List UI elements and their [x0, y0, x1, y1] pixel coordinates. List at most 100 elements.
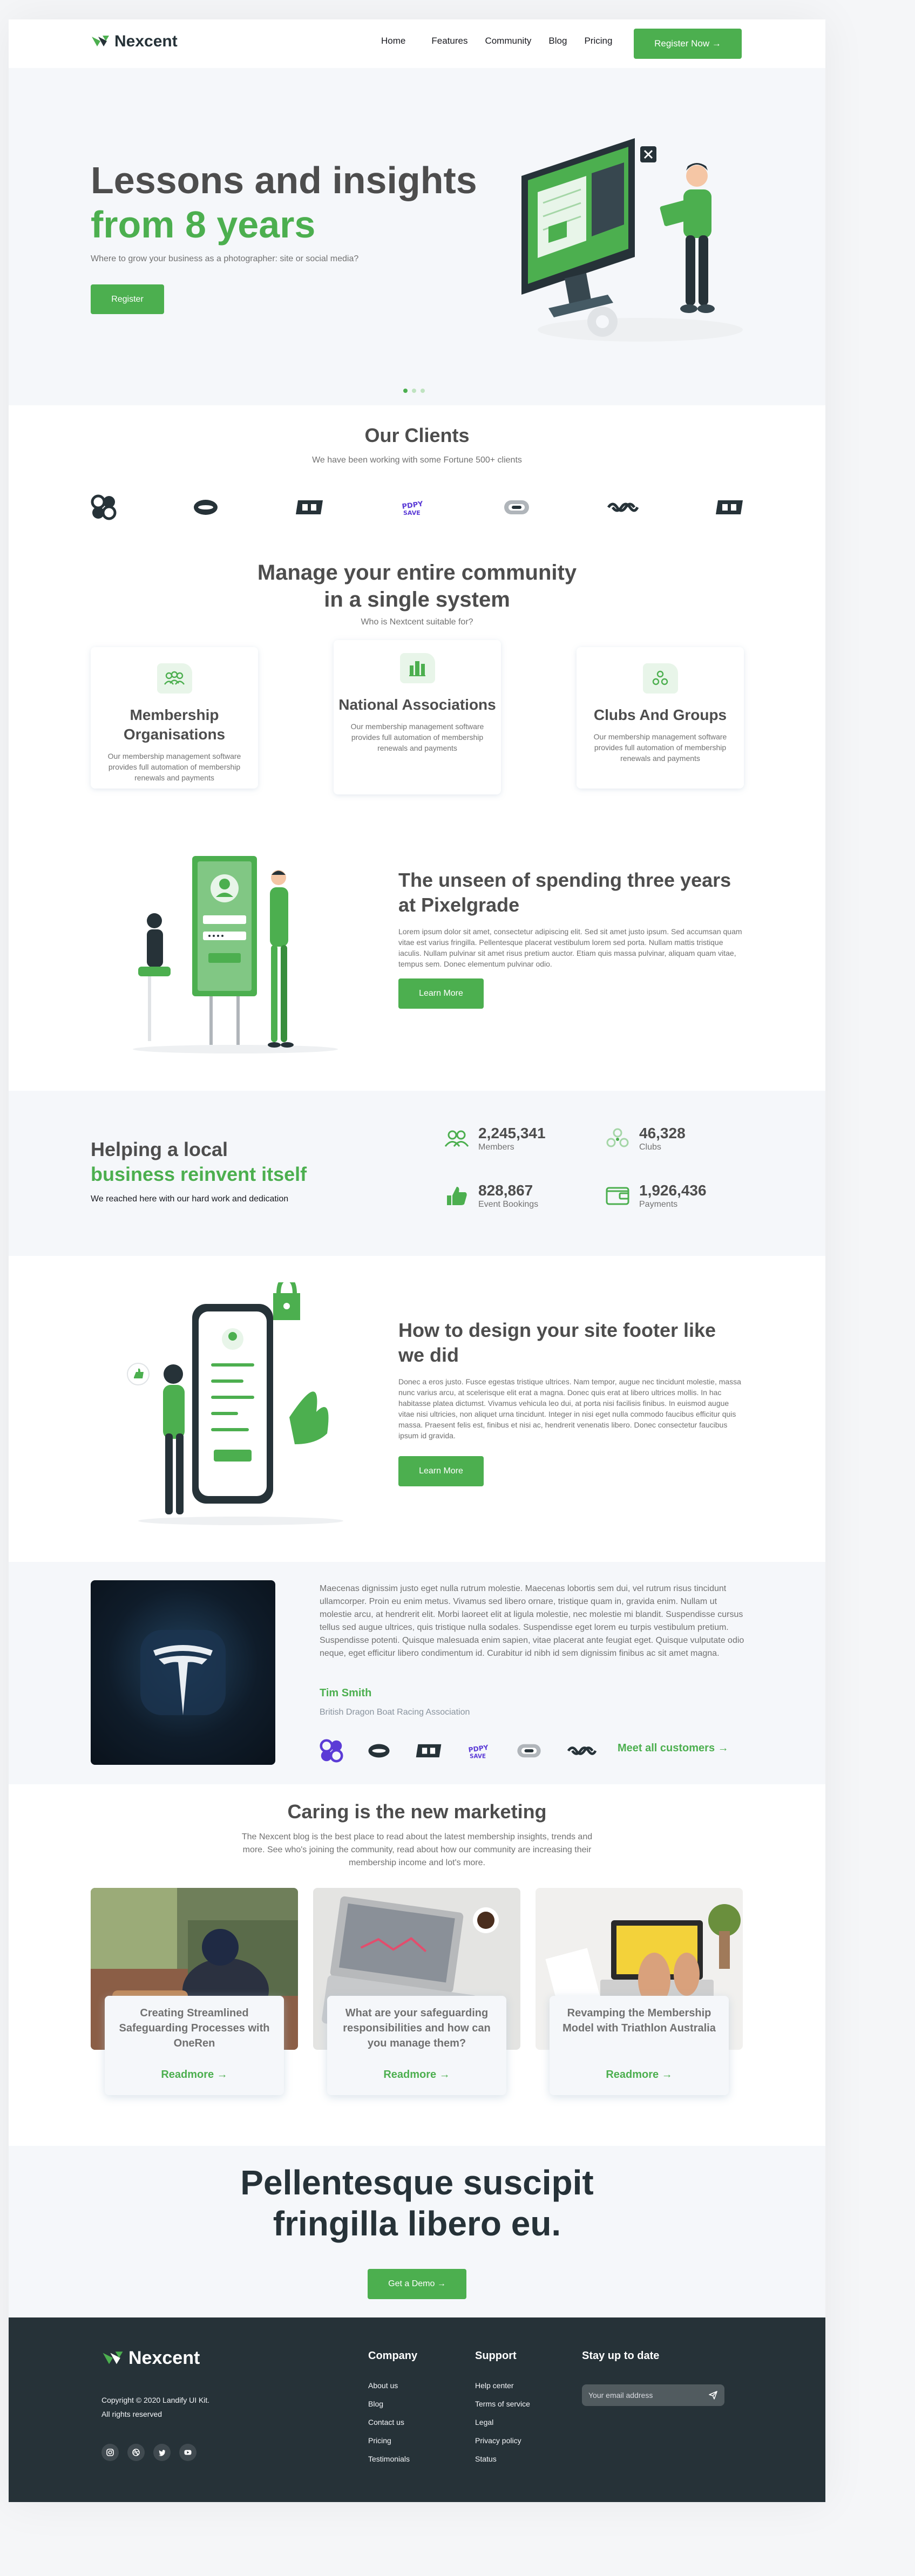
cta-title: Pellentesque suscipit fringilla libero e… [9, 2162, 825, 2244]
send-icon[interactable] [708, 2390, 718, 2400]
brand-logo[interactable]: Nexcent [91, 32, 178, 51]
meet-all-customers-link[interactable]: Meet all customers → [618, 1742, 729, 1755]
stat-label: Payments [639, 1200, 678, 1209]
testimonial-quote: Maecenas dignissim justo eget nulla rutr… [320, 1584, 744, 1658]
clubs-icon [642, 663, 678, 694]
carousel-dot[interactable] [403, 389, 408, 393]
main-nav: Home Features Community Blog Pricing [381, 36, 612, 46]
payments-icon [606, 1187, 629, 1205]
community-title: Manage your entire community in a single… [9, 559, 825, 613]
stat-label: Event Bookings [478, 1200, 539, 1209]
members-icon [157, 663, 192, 694]
blog-card-1[interactable]: Creating Streamlined Safeguarding Proces… [91, 1888, 298, 2098]
get-a-demo-button[interactable]: Get a Demo → [368, 2269, 466, 2299]
nav-home[interactable]: Home [381, 36, 405, 46]
feature2-learn-more-button[interactable]: Learn More [398, 1456, 484, 1486]
client-logo-5 [504, 500, 529, 514]
stat-clubs: 46,328 Clubs [605, 1124, 686, 1152]
hero-title: Lessons and insights from 8 years [91, 158, 477, 247]
blog-subtitle: The Nexcent blog is the best place to re… [241, 1832, 593, 1867]
event-bookings-icon [447, 1187, 467, 1205]
footer-link-help[interactable]: Help center [475, 2376, 530, 2395]
nav-pricing[interactable]: Pricing [584, 36, 612, 46]
footer-support-column: Support Help center Terms of service Leg… [475, 2350, 530, 2468]
carousel-dot[interactable] [412, 389, 416, 393]
readmore-link[interactable]: Readmore → [105, 2069, 284, 2081]
instagram-icon[interactable] [101, 2444, 119, 2461]
stats-subtitle: We reached here with our hard work and d… [91, 1194, 289, 1204]
feature1-text: Lorem ipsum dolor sit amet, consectetur … [398, 927, 742, 968]
footer-link-testimonials[interactable]: Testimonials [368, 2450, 417, 2468]
stat-value: 1,926,436 [639, 1182, 707, 1199]
members-icon [444, 1130, 469, 1147]
feature2-title: How to design your site footer like we d… [398, 1319, 716, 1366]
client-logo-6 [607, 502, 639, 512]
stat-label: Members [478, 1143, 514, 1152]
client-logo-2 [368, 1744, 390, 1758]
stat-value: 46,328 [639, 1125, 686, 1141]
community-subtitle: Who is Nextcent suitable for? [361, 617, 473, 627]
youtube-icon[interactable] [179, 2444, 196, 2461]
footer-link-pricing[interactable]: Pricing [368, 2431, 417, 2450]
footer-link-terms[interactable]: Terms of service [475, 2395, 530, 2413]
client-logo-3 [296, 500, 323, 514]
dribbble-icon[interactable] [127, 2444, 145, 2461]
client-logos: PDPY SAVE [91, 494, 744, 520]
hero-register-button[interactable]: Register [91, 284, 164, 314]
stats-title-line2: business reinvent itself [91, 1163, 307, 1185]
card-title: Clubs And Groups [593, 706, 727, 723]
email-input[interactable] [588, 2391, 708, 2400]
hero-section: Lessons and insights from 8 years Where … [9, 68, 825, 405]
footer-link-contact[interactable]: Contact us [368, 2413, 417, 2431]
community-card-membership[interactable]: Membership Organisations Our membership … [91, 647, 258, 789]
social-links [101, 2444, 196, 2461]
twitter-icon[interactable] [153, 2444, 171, 2461]
nav-features[interactable]: Features [431, 36, 467, 46]
blog-info-card: Creating Streamlined Safeguarding Proces… [105, 1996, 284, 2095]
blog-post-title[interactable]: Creating Streamlined Safeguarding Proces… [116, 2006, 273, 2051]
hero-title-line2: from 8 years [91, 203, 316, 246]
footer-link-legal[interactable]: Legal [475, 2413, 530, 2431]
stat-payments: 1,926,436 Payments [605, 1181, 707, 1209]
register-now-button[interactable]: Register Now → [634, 29, 742, 59]
card-text: Our membership management software provi… [107, 752, 241, 782]
logo-icon [103, 2351, 123, 2364]
footer-logo[interactable]: Nexcent [101, 2348, 200, 2369]
blog-card-2[interactable]: What are your safeguarding responsibilit… [313, 1888, 520, 2098]
stats-section: Helping a local business reinvent itself… [9, 1091, 825, 1256]
feature2-text: Donec a eros justo. Fusce egestas tristi… [398, 1377, 741, 1440]
footer-link-status[interactable]: Status [475, 2450, 530, 2468]
site-footer: Nexcent Copyright © 2020 Landify UI Kit.… [9, 2317, 825, 2502]
carousel-dot[interactable] [421, 389, 425, 393]
nav-community[interactable]: Community [485, 36, 531, 46]
footer-link-blog[interactable]: Blog [368, 2395, 417, 2413]
community-card-clubs[interactable]: Clubs And Groups Our membership manageme… [577, 647, 744, 789]
carousel-dots[interactable] [403, 389, 425, 393]
footer-copyright: Copyright © 2020 Landify UI Kit. All rig… [101, 2393, 209, 2421]
footer-column-title: Stay up to date [582, 2350, 660, 2362]
blog-post-title[interactable]: Revamping the Membership Model with Tria… [560, 2006, 718, 2036]
readmore-link[interactable]: Readmore → [550, 2069, 729, 2081]
feature2-illustration [127, 1282, 343, 1525]
feature1-title: The unseen of spending three years at Pi… [398, 869, 731, 916]
footer-column-title: Support [475, 2350, 517, 2362]
nav-blog[interactable]: Blog [548, 36, 567, 46]
customer-logo-image [91, 1580, 275, 1765]
footer-link-about[interactable]: About us [368, 2376, 417, 2395]
footer-link-privacy[interactable]: Privacy policy [475, 2431, 530, 2450]
community-card-associations[interactable]: National Associations Our membership man… [334, 640, 501, 794]
card-text: Our membership management software provi… [593, 732, 727, 763]
stats-title-line1: Helping a local [91, 1138, 228, 1160]
clients-title: Our Clients [364, 424, 470, 446]
blog-post-title[interactable]: What are your safeguarding responsibilit… [338, 2006, 496, 2051]
card-title: National Associations [338, 696, 496, 713]
client-logo-4: PDPYSAVE [402, 500, 424, 516]
feature1-learn-more-button[interactable]: Learn More [398, 978, 484, 1009]
client-logo-1 [320, 1739, 343, 1763]
readmore-link[interactable]: Readmore → [327, 2069, 506, 2081]
testimonial-role: British Dragon Boat Racing Association [320, 1708, 470, 1717]
blog-card-3[interactable]: Revamping the Membership Model with Tria… [536, 1888, 743, 2098]
cta-section: Pellentesque suscipit fringilla libero e… [9, 2146, 825, 2317]
stats-title: Helping a local business reinvent itself [91, 1137, 307, 1187]
hero-illustration [521, 138, 743, 342]
